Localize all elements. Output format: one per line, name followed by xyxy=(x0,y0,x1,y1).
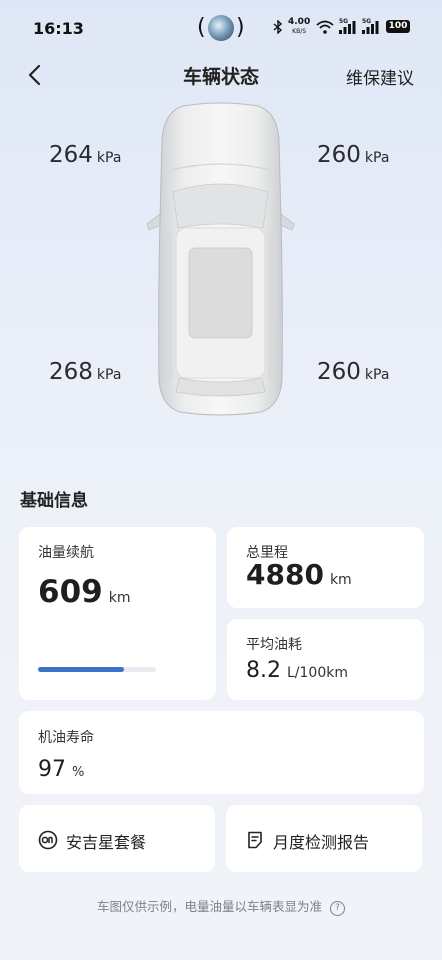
tire-front-left-value: 264 xyxy=(49,142,93,168)
status-bar: 16:13 ( ) 4.00 KB/S 5G 5G 100 xyxy=(0,0,442,56)
onstar-icon xyxy=(38,830,58,850)
tire-front-right-unit: kPa xyxy=(364,150,390,166)
net-speed-unit: KB/S xyxy=(292,28,307,35)
oil-life-unit: % xyxy=(72,765,85,780)
anjixing-package-label: 安吉星套餐 xyxy=(66,833,147,852)
anjixing-package-button[interactable]: 安吉星套餐 xyxy=(19,805,215,872)
avg-consumption-value-row: 8.2 L/100km xyxy=(246,658,348,683)
island-avatar xyxy=(208,15,234,41)
battery-indicator: 100 xyxy=(386,20,410,33)
fuel-range-card[interactable]: 油量续航 609 km xyxy=(19,527,216,700)
oil-life-value: 97 xyxy=(38,757,66,782)
chevron-left-icon xyxy=(28,64,41,86)
help-icon[interactable]: ? xyxy=(330,901,345,916)
tire-rear-left-value: 268 xyxy=(49,359,93,385)
fuel-level-fill xyxy=(38,667,125,672)
fuel-range-label: 油量续航 xyxy=(38,545,94,561)
odometer-value: 4880 xyxy=(246,558,324,591)
oil-life-value-row: 97% xyxy=(38,757,84,782)
oil-life-card: 机油寿命 97% xyxy=(19,711,424,794)
avg-consumption-label: 平均油耗 xyxy=(246,637,302,653)
monthly-report-label: 月度检测报告 xyxy=(273,833,370,852)
monthly-report-button[interactable]: 月度检测报告 xyxy=(226,805,422,872)
avg-consumption-unit: L/100km xyxy=(287,665,348,681)
status-time: 16:13 xyxy=(33,19,84,38)
tire-front-left-unit: kPa xyxy=(96,150,122,166)
tire-rear-left: 268 kPa xyxy=(49,359,121,385)
back-button[interactable] xyxy=(22,60,50,90)
fuel-range-value-row: 609 km xyxy=(38,574,130,610)
net-speed: 4.00 KB/S xyxy=(288,18,310,36)
fuel-level-bar xyxy=(38,667,156,672)
net-speed-value: 4.00 xyxy=(288,17,311,27)
disclaimer-text: 车图仅供示例，电量油量以车辆表显为准 xyxy=(96,899,322,914)
wifi-icon xyxy=(316,20,334,34)
maintenance-advice-link[interactable]: 维保建议 xyxy=(346,64,414,89)
tire-rear-left-unit: kPa xyxy=(96,367,122,383)
report-icon xyxy=(248,831,262,849)
fuel-range-unit: km xyxy=(108,590,131,606)
tire-rear-right: 260 kPa xyxy=(317,359,389,385)
cell-signal-2-icon xyxy=(362,21,379,34)
cell-signal-icon xyxy=(339,21,356,34)
odometer-unit: km xyxy=(329,572,352,588)
avg-consumption-card: 平均油耗 8.2 L/100km xyxy=(227,619,424,700)
dynamic-island[interactable]: ( ) xyxy=(197,13,245,43)
tire-rear-right-value: 260 xyxy=(317,359,361,385)
basic-info-title: 基础信息 xyxy=(20,491,88,511)
odometer-card: 总里程 4880 km xyxy=(227,527,424,608)
car-top-view-image xyxy=(143,100,298,420)
island-right-bracket: ) xyxy=(236,15,245,40)
bluetooth-icon xyxy=(273,20,283,34)
odometer-value-row: 4880 km xyxy=(246,558,352,591)
disclaimer-footnote: 车图仅供示例，电量油量以车辆表显为准? xyxy=(0,896,442,916)
status-icons: 4.00 KB/S 5G 5G 100 xyxy=(270,18,412,38)
oil-life-label: 机油寿命 xyxy=(38,730,94,746)
island-left-bracket: ( xyxy=(197,15,206,40)
tire-rear-right-unit: kPa xyxy=(364,367,390,383)
avg-consumption-value: 8.2 xyxy=(246,658,281,683)
tire-front-right-value: 260 xyxy=(317,142,361,168)
fuel-range-value: 609 xyxy=(38,574,103,610)
tire-front-right: 260 kPa xyxy=(317,142,389,168)
tire-front-left: 264 kPa xyxy=(49,142,121,168)
